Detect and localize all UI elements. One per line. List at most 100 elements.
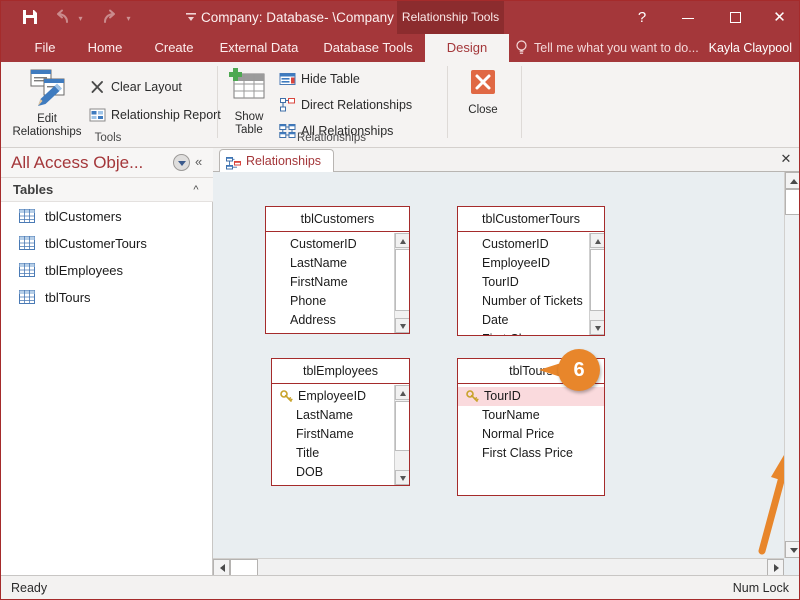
field-row[interactable]: Number of Tickets [458, 292, 604, 311]
document-vertical-scrollbar[interactable] [784, 172, 799, 558]
tab-relationships[interactable]: Relationships [219, 149, 335, 172]
close-relationships-button[interactable]: Close [457, 68, 509, 117]
close-window-button[interactable]: ✕ [758, 1, 799, 34]
undo-dropdown-icon[interactable]: ▾ [77, 15, 84, 23]
field-row[interactable]: CustomerID [458, 235, 604, 254]
scroll-up-icon[interactable] [395, 233, 409, 248]
ribbon-tab-design[interactable]: Design [425, 34, 509, 62]
nav-group-label: Tables [13, 182, 54, 197]
tab-relationships-label: Relationships [246, 154, 322, 168]
scroll-down-icon[interactable] [395, 318, 409, 333]
hide-table-label: Hide Table [301, 72, 360, 86]
field-row[interactable]: First Class [458, 330, 604, 335]
customize-quick-access-icon[interactable] [184, 10, 198, 24]
field-label: Date [482, 313, 509, 327]
field-row[interactable]: Address [266, 311, 409, 330]
field-row[interactable]: LastName [272, 406, 409, 425]
save-icon[interactable] [21, 8, 39, 26]
scroll-right-button[interactable] [767, 559, 784, 576]
minimize-button[interactable] [665, 1, 711, 34]
sidebar-item-tblcustomers[interactable]: tblCustomers [1, 204, 213, 229]
ribbon: Edit Relationships Clear Layout Relation… [1, 62, 799, 148]
scrollbar-thumb[interactable] [395, 401, 409, 451]
scroll-up-button[interactable] [785, 172, 799, 189]
field-label: TourName [482, 408, 540, 422]
ribbon-tab-database-tools[interactable]: Database Tools [313, 34, 423, 62]
ribbon-tab-file[interactable]: File [23, 34, 67, 62]
field-row[interactable]: Date [458, 311, 604, 330]
contextual-tab-title: Relationship Tools [397, 1, 504, 34]
table-icon [19, 263, 35, 277]
scroll-left-button[interactable] [213, 559, 230, 576]
annotation-arrow-icon [738, 447, 784, 557]
undo-icon[interactable] [53, 9, 75, 26]
table-box-scrollbar[interactable] [589, 233, 604, 335]
hide-table-icon [279, 71, 296, 87]
field-label: Title [296, 446, 320, 460]
help-button[interactable]: ? [619, 1, 665, 34]
field-label: City [290, 330, 312, 333]
scrollbar-thumb[interactable] [590, 249, 604, 311]
ribbon-tab-create[interactable]: Create [143, 34, 205, 62]
field-row[interactable]: TourName [458, 406, 604, 425]
scroll-down-icon[interactable] [590, 320, 604, 335]
nav-group-tables[interactable]: Tables ^ [1, 178, 213, 202]
tell-me-input[interactable]: Tell me what you want to do... [534, 34, 699, 62]
field-row[interactable]: FirstName [272, 425, 409, 444]
close-document-button[interactable]: ✕ [777, 150, 795, 168]
relationships-canvas[interactable]: tblCustomers CustomerID LastName FirstNa… [213, 172, 784, 558]
scroll-down-button[interactable] [785, 541, 799, 558]
table-box-tblemployees[interactable]: tblEmployees EmployeeID LastName FirstNa… [271, 358, 410, 486]
field-row[interactable]: EmployeeID [458, 254, 604, 273]
horizontal-scrollbar-thumb[interactable] [230, 559, 258, 576]
field-label: CustomerID [482, 237, 549, 251]
table-icon [19, 209, 35, 223]
field-row[interactable]: CustomerID [266, 235, 409, 254]
collapse-pane-icon[interactable]: « [195, 153, 209, 171]
vertical-scrollbar-thumb[interactable] [785, 189, 799, 215]
ribbon-tab-home[interactable]: Home [75, 34, 135, 62]
table-box-tblcustomers[interactable]: tblCustomers CustomerID LastName FirstNa… [265, 206, 410, 334]
field-row[interactable]: City [266, 330, 409, 333]
field-row[interactable]: TourID [458, 273, 604, 292]
navigation-pane: All Access Obje... « Tables ^ tblCustome… [1, 148, 213, 576]
sidebar-item-tbltours[interactable]: tblTours [1, 285, 213, 310]
table-box-title: tblEmployees [272, 359, 409, 384]
show-table-icon [227, 68, 271, 109]
field-row[interactable]: DOB [272, 463, 409, 482]
table-box-title: tblCustomers [266, 207, 409, 232]
scrollbar-thumb[interactable] [395, 249, 409, 311]
table-box-fields: EmployeeID LastName FirstName Title DOB … [272, 385, 409, 485]
edit-relationships-button[interactable]: Edit Relationships [9, 66, 85, 139]
field-row[interactable]: First Class Price [458, 444, 604, 463]
field-row[interactable]: Phone [266, 292, 409, 311]
field-label: LastName [296, 408, 353, 422]
field-row[interactable]: Title [272, 444, 409, 463]
field-row[interactable]: FirstName [266, 273, 409, 292]
lightbulb-icon [516, 40, 527, 56]
sidebar-item-tblcustomertours[interactable]: tblCustomerTours [1, 231, 213, 256]
field-row[interactable]: EmployeeID [272, 387, 409, 406]
field-row[interactable]: HireDate [272, 482, 409, 485]
field-row[interactable]: LastName [266, 254, 409, 273]
chevron-up-icon[interactable]: ^ [189, 181, 203, 199]
relationship-report-label: Relationship Report [111, 108, 221, 122]
redo-icon[interactable] [99, 9, 121, 26]
show-table-button[interactable]: Show Table [225, 66, 273, 137]
ribbon-tab-external-data[interactable]: External Data [207, 34, 311, 62]
sidebar-item-tblemployees[interactable]: tblEmployees [1, 258, 213, 283]
scroll-up-icon[interactable] [590, 233, 604, 248]
table-box-tblcustomertours[interactable]: tblCustomerTours CustomerID EmployeeID T… [457, 206, 605, 336]
nav-dropdown-icon[interactable] [173, 154, 190, 171]
close-x-icon [468, 70, 498, 101]
sidebar-item-label: tblEmployees [45, 263, 124, 278]
redo-dropdown-icon[interactable]: ▾ [125, 15, 132, 23]
scroll-down-icon[interactable] [395, 470, 409, 485]
table-box-scrollbar[interactable] [394, 233, 409, 333]
maximize-button[interactable] [712, 1, 758, 34]
table-box-scrollbar[interactable] [394, 385, 409, 485]
account-name[interactable]: Kayla Claypool [709, 34, 792, 62]
document-horizontal-scrollbar[interactable] [213, 558, 784, 576]
field-row[interactable]: Normal Price [458, 425, 604, 444]
scroll-up-icon[interactable] [395, 385, 409, 400]
